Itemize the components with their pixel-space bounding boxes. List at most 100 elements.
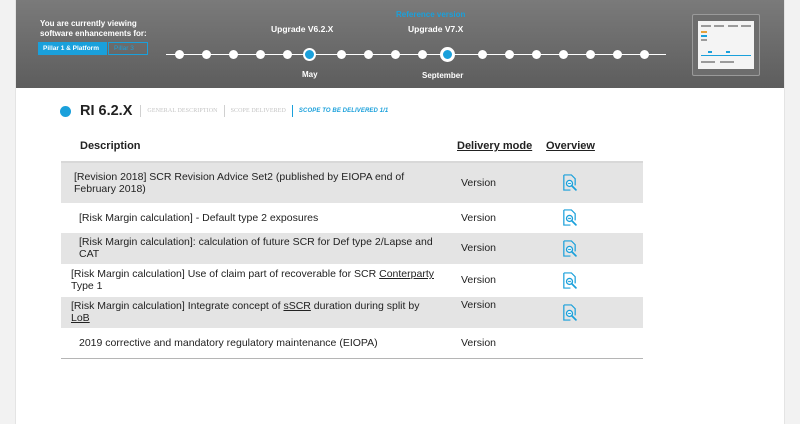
timeline-dot[interactable]	[640, 50, 649, 59]
timeline-dot-reference[interactable]	[440, 47, 455, 62]
thumb-bar	[720, 61, 734, 63]
thumb-bar	[726, 51, 730, 53]
header-overview-label[interactable]: Overview	[542, 140, 595, 152]
timeline-dot[interactable]	[175, 50, 184, 59]
timeline-dot[interactable]	[478, 50, 487, 59]
month-may-label: May	[302, 70, 318, 79]
tab-general-description[interactable]: GENERAL DESCRIPTION	[140, 105, 223, 117]
header-delivery-mode-label[interactable]: Delivery mode	[447, 140, 532, 152]
row-mode-text: Version	[461, 211, 497, 224]
thumb-bar	[701, 25, 711, 27]
pillar-1-platform-button[interactable]: Pillar 1 & Platform	[38, 42, 107, 55]
timeline-dot[interactable]	[586, 50, 595, 59]
section-header: RI 6.2.X GENERAL DESCRIPTION SCOPE DELIV…	[60, 103, 394, 119]
row-description: [Risk Margin calculation]: calculation o…	[61, 232, 447, 265]
timeline-dot[interactable]	[559, 50, 568, 59]
timeline-dot[interactable]	[391, 50, 400, 59]
roadmap-thumbnail[interactable]	[692, 14, 760, 76]
thumbnail-screen	[698, 21, 754, 69]
row-description: 2019 corrective and mandatory regulatory…	[61, 328, 447, 359]
row-description-text: [Revision 2018] SCR Revision Advice Set2…	[74, 170, 405, 195]
section-title: RI 6.2.X	[80, 103, 133, 119]
table-row: [Risk Margin calculation] - Default type…	[61, 203, 643, 233]
upgrade-current-label: Upgrade V6.2.X	[271, 24, 334, 34]
row-description-part: Type 1	[71, 280, 103, 292]
header-description: Description	[61, 131, 447, 163]
row-mode-text: Version	[461, 298, 497, 311]
row-description: [Risk Margin calculation] Integrate conc…	[61, 296, 447, 329]
thumb-bar	[741, 25, 751, 27]
thumb-bar	[701, 39, 707, 41]
thumb-bar	[701, 35, 707, 37]
row-overview[interactable]	[542, 296, 643, 329]
row-overview[interactable]	[542, 203, 643, 233]
row-mode-text: Version	[461, 242, 497, 254]
header-description-label: Description	[80, 140, 141, 152]
thumb-bar	[708, 51, 712, 53]
row-description-text: [Risk Margin calculation] Use of claim p…	[61, 268, 447, 292]
table-row: [Risk Margin calculation] Use of claim p…	[61, 264, 643, 297]
table-row: [Revision 2018] SCR Revision Advice Set2…	[61, 162, 643, 204]
timeline-dot[interactable]	[364, 50, 373, 59]
row-description-underlined: LoB	[71, 312, 90, 324]
row-description-part: [Risk Margin calculation] Integrate conc…	[71, 300, 284, 312]
row-mode: Version	[447, 232, 542, 265]
tab-scope-delivered[interactable]: SCOPE DELIVERED	[223, 105, 292, 117]
row-description-underlined: sSCR	[283, 300, 311, 312]
document-search-icon[interactable]	[561, 209, 578, 226]
enhancements-table: Description Delivery mode Overview [Revi…	[61, 131, 643, 359]
table-row: 2019 corrective and mandatory regulatory…	[61, 328, 643, 359]
reference-version-label: Reference version	[396, 10, 466, 19]
timeline-dot[interactable]	[283, 50, 292, 59]
month-september-label: September	[422, 71, 464, 80]
row-description: [Risk Margin calculation] Use of claim p…	[61, 264, 447, 297]
table-header-row: Description Delivery mode Overview	[61, 131, 643, 163]
row-description-part: [Risk Margin calculation] Use of claim p…	[71, 268, 380, 280]
row-mode: Version	[447, 296, 542, 329]
row-mode-text: Version	[461, 176, 497, 189]
document-search-icon[interactable]	[561, 174, 578, 191]
row-mode: Version	[447, 162, 542, 204]
thumb-bar	[728, 25, 738, 27]
row-description-text: [Risk Margin calculation]: calculation o…	[79, 236, 433, 260]
timeline-dot[interactable]	[202, 50, 211, 59]
version-banner: You are currently viewing software enhan…	[16, 0, 784, 88]
document-search-icon[interactable]	[561, 239, 578, 257]
row-description: [Revision 2018] SCR Revision Advice Set2…	[61, 162, 447, 204]
timeline-dot[interactable]	[532, 50, 541, 59]
tab-scope-to-be-delivered[interactable]: SCOPE TO BE DELIVERED 1/1	[291, 105, 394, 117]
timeline-dot[interactable]	[337, 50, 346, 59]
row-mode-text: Version	[461, 337, 497, 349]
document-search-icon[interactable]	[561, 271, 578, 289]
row-mode: Version	[447, 328, 542, 359]
row-mode: Version	[447, 264, 542, 297]
row-overview[interactable]	[542, 264, 643, 297]
document-search-icon[interactable]	[561, 303, 578, 321]
header-overview[interactable]: Overview	[542, 131, 643, 163]
timeline-dot-current[interactable]	[303, 48, 316, 61]
timeline-dot[interactable]	[229, 50, 238, 59]
timeline-dot[interactable]	[256, 50, 265, 59]
thumb-bar	[701, 61, 715, 63]
row-description-part: duration during split by	[310, 300, 420, 312]
row-description-text: 2019 corrective and mandatory regulatory…	[79, 337, 378, 349]
row-overview[interactable]	[542, 162, 643, 204]
timeline-dot[interactable]	[418, 50, 427, 59]
row-description: [Risk Margin calculation] - Default type…	[61, 203, 447, 233]
section-dot-icon	[60, 105, 71, 117]
timeline-dot[interactable]	[505, 50, 514, 59]
thumb-bar	[714, 25, 724, 27]
row-overview	[542, 328, 643, 359]
header-delivery-mode[interactable]: Delivery mode	[447, 131, 542, 163]
viewing-text: You are currently viewing software enhan…	[40, 19, 147, 38]
row-mode: Version	[447, 203, 542, 233]
thumb-bar	[701, 31, 707, 33]
page-container: You are currently viewing software enhan…	[15, 0, 785, 424]
timeline-dot[interactable]	[613, 50, 622, 59]
thumb-line	[701, 55, 751, 56]
pillar-3-button[interactable]: Pillar 3	[108, 42, 148, 55]
upgrade-next-label: Upgrade V7.X	[408, 24, 464, 34]
table-row: [Risk Margin calculation]: calculation o…	[61, 232, 643, 265]
row-overview[interactable]	[542, 232, 643, 265]
row-mode-text: Version	[461, 274, 497, 286]
